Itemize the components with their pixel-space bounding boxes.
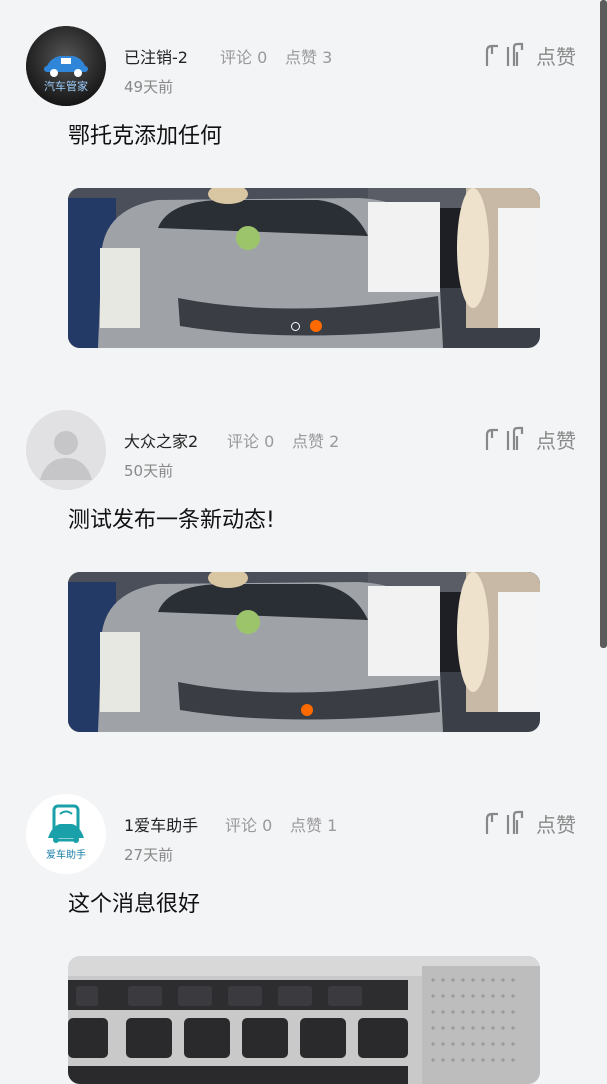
post-time: 27天前 <box>124 846 174 864</box>
comment-count: 评论 0 <box>220 48 268 67</box>
default-user-icon <box>26 410 106 490</box>
post-image[interactable] <box>68 956 540 1084</box>
carousel-indicator <box>68 704 540 716</box>
like-count: 点赞 2 <box>292 432 340 451</box>
post-time: 50天前 <box>124 462 174 480</box>
carousel-indicator <box>68 320 540 332</box>
avatar[interactable]: 爱车助手 <box>26 794 106 874</box>
avatar-text: 汽车管家 <box>44 80 88 93</box>
like-count: 点赞 1 <box>290 816 338 835</box>
like-button[interactable]: 点赞 <box>484 424 576 454</box>
car-assistant-logo-icon <box>26 794 106 874</box>
avatar[interactable] <box>26 410 106 490</box>
post-image[interactable] <box>68 188 540 348</box>
comment-count: 评论 0 <box>227 432 275 451</box>
post-content: 这个消息很好 <box>68 892 201 917</box>
post-card[interactable]: 汽车管家 已注销-2 评论 0 点赞 3 49天前 点赞 鄂托克添加任何 <box>0 26 600 356</box>
post-content: 测试发布一条新动态! <box>68 508 275 533</box>
user-name[interactable]: 已注销-2 <box>124 44 188 68</box>
like-count: 点赞 3 <box>285 48 333 67</box>
thumbs-up-icon <box>485 426 524 450</box>
like-button-label: 点赞 <box>536 428 576 453</box>
thumbs-up-icon <box>485 810 524 834</box>
scrollbar[interactable] <box>600 0 607 648</box>
post-card[interactable]: 大众之家2 评论 0 点赞 2 50天前 点赞 测试发布一条新动态! <box>0 410 600 740</box>
car-logo-icon <box>26 26 106 106</box>
like-button-label: 点赞 <box>536 44 576 69</box>
like-button-label: 点赞 <box>536 812 576 837</box>
carousel-dot-active[interactable] <box>301 704 313 716</box>
carousel-dot-active[interactable] <box>310 320 322 332</box>
post-content: 鄂托克添加任何 <box>68 124 223 149</box>
post-time: 49天前 <box>124 78 174 96</box>
post-image[interactable] <box>68 572 540 732</box>
feed-list[interactable]: 汽车管家 已注销-2 评论 0 点赞 3 49天前 点赞 鄂托克添加任何 大众之… <box>0 0 600 1084</box>
comment-count: 评论 0 <box>225 816 273 835</box>
keyboard-photo <box>68 956 540 1084</box>
avatar[interactable]: 汽车管家 <box>26 26 106 106</box>
like-button[interactable]: 点赞 <box>484 808 576 838</box>
user-name[interactable]: 大众之家2 <box>124 428 198 452</box>
post-card[interactable]: 爱车助手 1爱车助手 评论 0 点赞 1 27天前 点赞 这个消息很好 <box>0 794 600 1084</box>
thumbs-up-icon <box>485 42 524 66</box>
avatar-text: 爱车助手 <box>46 850 86 861</box>
like-button[interactable]: 点赞 <box>484 40 576 70</box>
carousel-dot[interactable] <box>291 322 300 331</box>
user-name[interactable]: 1爱车助手 <box>124 812 198 836</box>
